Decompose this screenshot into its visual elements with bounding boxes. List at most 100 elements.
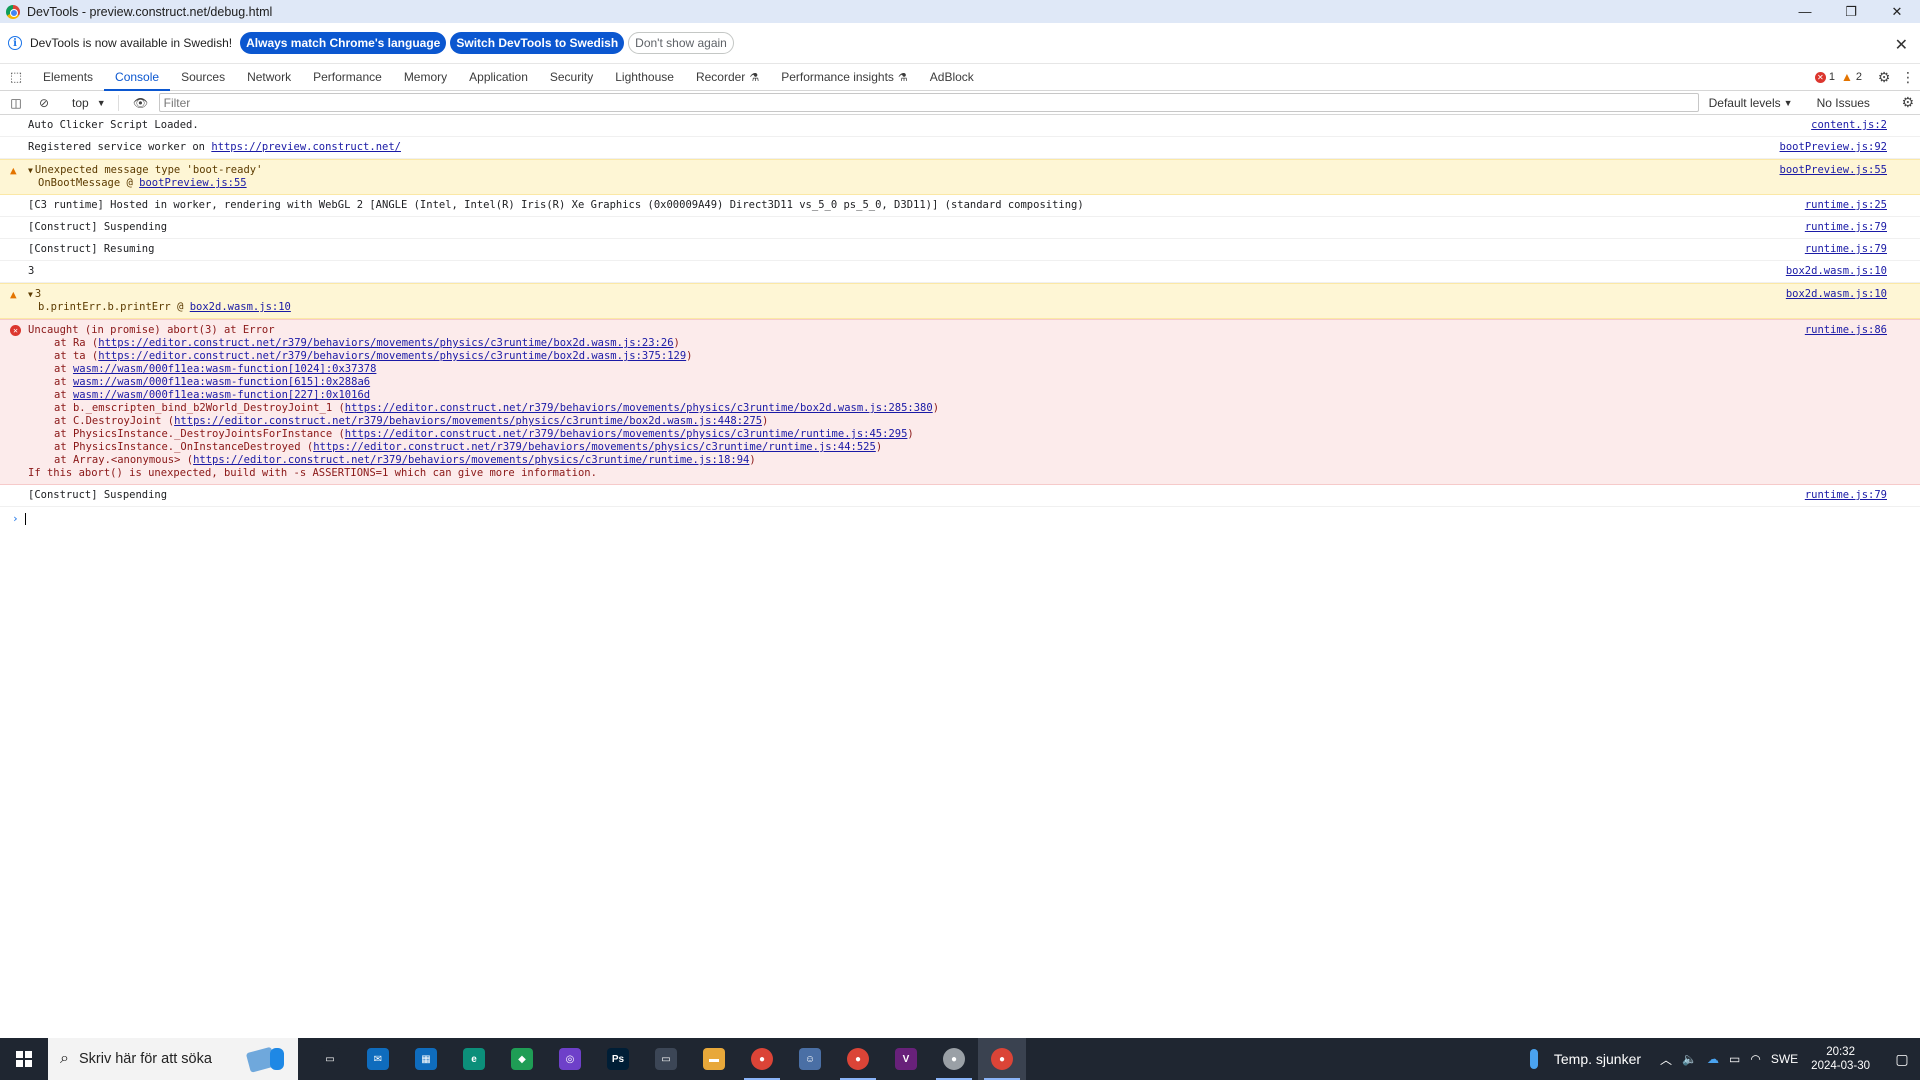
tab-memory[interactable]: Memory	[393, 64, 458, 90]
warning-icon: ▲	[1840, 70, 1853, 84]
issue-counter[interactable]: ✕ 1 ▲ 2	[1814, 70, 1862, 84]
notification-icon[interactable]: ▢	[1884, 1038, 1920, 1080]
restore-button[interactable]: ❐	[1828, 0, 1874, 23]
monitor-icon: ▭	[655, 1048, 677, 1070]
match-language-button[interactable]: Always match Chrome's language	[240, 32, 447, 54]
clock[interactable]: 20:32 2024-03-30	[1811, 1045, 1870, 1073]
thermometer-icon	[1529, 1049, 1538, 1069]
source-link[interactable]: runtime.js:79	[1805, 243, 1887, 256]
tab-recorder-label: Recorder	[695, 70, 746, 84]
mail-icon: ✉	[367, 1048, 389, 1070]
onedrive-cloud-icon[interactable]: ☁	[1707, 1052, 1719, 1066]
source-link[interactable]: content.js:2	[1811, 119, 1887, 132]
source-link[interactable]: box2d.wasm.js:10	[1786, 265, 1887, 278]
expand-triangle-icon[interactable]: ▼	[28, 290, 33, 299]
tab-security[interactable]: Security	[539, 64, 604, 90]
sidebar-toggle-icon[interactable]: ◫	[4, 92, 28, 114]
stack-frame-link[interactable]: https://editor.construct.net/r379/behavi…	[98, 350, 686, 362]
more-options-icon[interactable]: ⋮	[1896, 69, 1920, 86]
taskbar-app-chrome-3[interactable]: ●	[930, 1038, 978, 1080]
filter-input[interactable]: Filter	[158, 93, 1699, 112]
source-link[interactable]: runtime.js:86	[1805, 324, 1887, 337]
weather-widget[interactable]: Temp. sjunker	[1529, 1049, 1642, 1069]
tab-lighthouse[interactable]: Lighthouse	[604, 64, 685, 90]
taskbar-app-chrome-1[interactable]: ●	[738, 1038, 786, 1080]
taskbar-app-task-view[interactable]: ▭	[306, 1038, 354, 1080]
stack-frame-link[interactable]: https://editor.construct.net/r379/behavi…	[345, 428, 908, 440]
taskbar-app-mail[interactable]: ✉	[354, 1038, 402, 1080]
switch-language-button[interactable]: Switch DevTools to Swedish	[450, 32, 625, 54]
tab-performance-insights[interactable]: Performance insights ⚗	[770, 64, 919, 90]
dont-show-again-button[interactable]: Don't show again	[628, 32, 734, 54]
source-link[interactable]: box2d.wasm.js:10	[1786, 288, 1887, 301]
log-levels-dropdown[interactable]: Default levels ▼	[1709, 96, 1793, 110]
source-link[interactable]: runtime.js:79	[1805, 221, 1887, 234]
stack-frame-link[interactable]: wasm://wasm/000f11ea:wasm-function[615]:…	[73, 376, 370, 388]
clear-console-icon[interactable]: ⊘	[32, 92, 56, 114]
close-window-button[interactable]: ✕	[1874, 0, 1920, 23]
stack-frame-prefix: at b._emscripten_bind_b2World_DestroyJoi…	[54, 402, 345, 414]
taskbar-app-monitor[interactable]: ▭	[642, 1038, 690, 1080]
taskbar-app-visual-studio[interactable]: V	[882, 1038, 930, 1080]
url-link[interactable]: https://preview.construct.net/	[211, 141, 401, 153]
stack-frame-suffix: )	[686, 350, 693, 362]
stack-frame-link[interactable]: https://editor.construct.net/r379/behavi…	[345, 402, 933, 414]
battery-icon[interactable]: ▭	[1729, 1052, 1740, 1066]
inspect-element-icon[interactable]: ⬚	[0, 64, 32, 90]
stack-frame-link[interactable]: https://editor.construct.net/r379/behavi…	[193, 454, 749, 466]
warning-icon: ▲	[10, 288, 17, 301]
message-text: [Construct] Suspending	[28, 221, 168, 233]
taskbar-app-explorer[interactable]: ▬	[690, 1038, 738, 1080]
start-button[interactable]	[0, 1038, 48, 1080]
taskbar-app-edge[interactable]: e	[450, 1038, 498, 1080]
context-selector[interactable]: top ▼	[66, 96, 112, 110]
stack-frame-suffix: )	[762, 415, 769, 427]
stack-frame-link[interactable]: https://editor.construct.net/r379/behavi…	[313, 441, 876, 453]
minimize-button[interactable]: —	[1782, 0, 1828, 23]
tab-elements[interactable]: Elements	[32, 64, 104, 90]
error-count: 1	[1828, 71, 1835, 83]
taskbar-app-chrome-4[interactable]: ●	[978, 1038, 1026, 1080]
taskbar-app-photoshop[interactable]: Ps	[594, 1038, 642, 1080]
taskbar-app-store[interactable]: ▦	[402, 1038, 450, 1080]
stack-frame-link[interactable]: wasm://wasm/000f11ea:wasm-function[1024]…	[73, 363, 376, 375]
window-title: DevTools - preview.construct.net/debug.h…	[27, 4, 273, 19]
tab-console[interactable]: Console	[104, 64, 171, 91]
console-message: 3 box2d.wasm.js:10	[0, 261, 1920, 283]
chrome-4-icon: ●	[991, 1048, 1013, 1070]
source-link[interactable]: bootPreview.js:92	[1780, 141, 1887, 154]
chevron-up-icon[interactable]: ︿	[1660, 1051, 1672, 1068]
source-link-inline[interactable]: bootPreview.js:55	[139, 177, 246, 189]
volume-icon[interactable]: 🔈	[1682, 1052, 1697, 1066]
tab-sources[interactable]: Sources	[170, 64, 236, 90]
tab-application[interactable]: Application	[458, 64, 539, 90]
weather-text: Temp. sjunker	[1553, 1051, 1642, 1067]
source-link-inline[interactable]: box2d.wasm.js:10	[190, 301, 291, 313]
tab-adblock[interactable]: AdBlock	[919, 64, 985, 90]
stack-frame-link[interactable]: https://editor.construct.net/r379/behavi…	[174, 415, 762, 427]
taskbar-app-chrome-2[interactable]: ●	[834, 1038, 882, 1080]
wifi-icon[interactable]: ◠	[1750, 1052, 1760, 1066]
live-expression-eye-icon[interactable]: 👁	[129, 92, 153, 114]
taskbar-app-github[interactable]: ◎	[546, 1038, 594, 1080]
taskbar-app-app-green[interactable]: ◆	[498, 1038, 546, 1080]
source-link[interactable]: bootPreview.js:55	[1780, 164, 1887, 177]
stack-frame-link[interactable]: https://editor.construct.net/r379/behavi…	[98, 337, 673, 349]
stack-frame: at wasm://wasm/000f11ea:wasm-function[22…	[54, 389, 1810, 402]
language-indicator[interactable]: SWE	[1771, 1052, 1798, 1066]
tab-recorder[interactable]: Recorder ⚗	[685, 64, 770, 90]
console-prompt[interactable]: ›	[0, 507, 1920, 525]
settings-gear-icon[interactable]: ⚙	[1872, 69, 1896, 86]
taskbar-app-app-bot[interactable]: ☺	[786, 1038, 834, 1080]
close-icon[interactable]: ✕	[1895, 35, 1908, 55]
expand-triangle-icon[interactable]: ▼	[28, 166, 33, 175]
issues-button[interactable]: No Issues	[1817, 96, 1870, 110]
stack-frame-link[interactable]: wasm://wasm/000f11ea:wasm-function[227]:…	[73, 389, 370, 401]
source-link[interactable]: runtime.js:25	[1805, 199, 1887, 212]
console-settings-gear-icon[interactable]: ⚙	[1901, 94, 1914, 111]
tab-network[interactable]: Network	[236, 64, 302, 90]
taskbar-search[interactable]: ⌕ Skriv här för att söka	[48, 1038, 298, 1080]
tab-performance[interactable]: Performance	[302, 64, 393, 90]
source-link[interactable]: runtime.js:79	[1805, 489, 1887, 502]
language-infobar: i DevTools is now available in Swedish! …	[0, 23, 1920, 64]
